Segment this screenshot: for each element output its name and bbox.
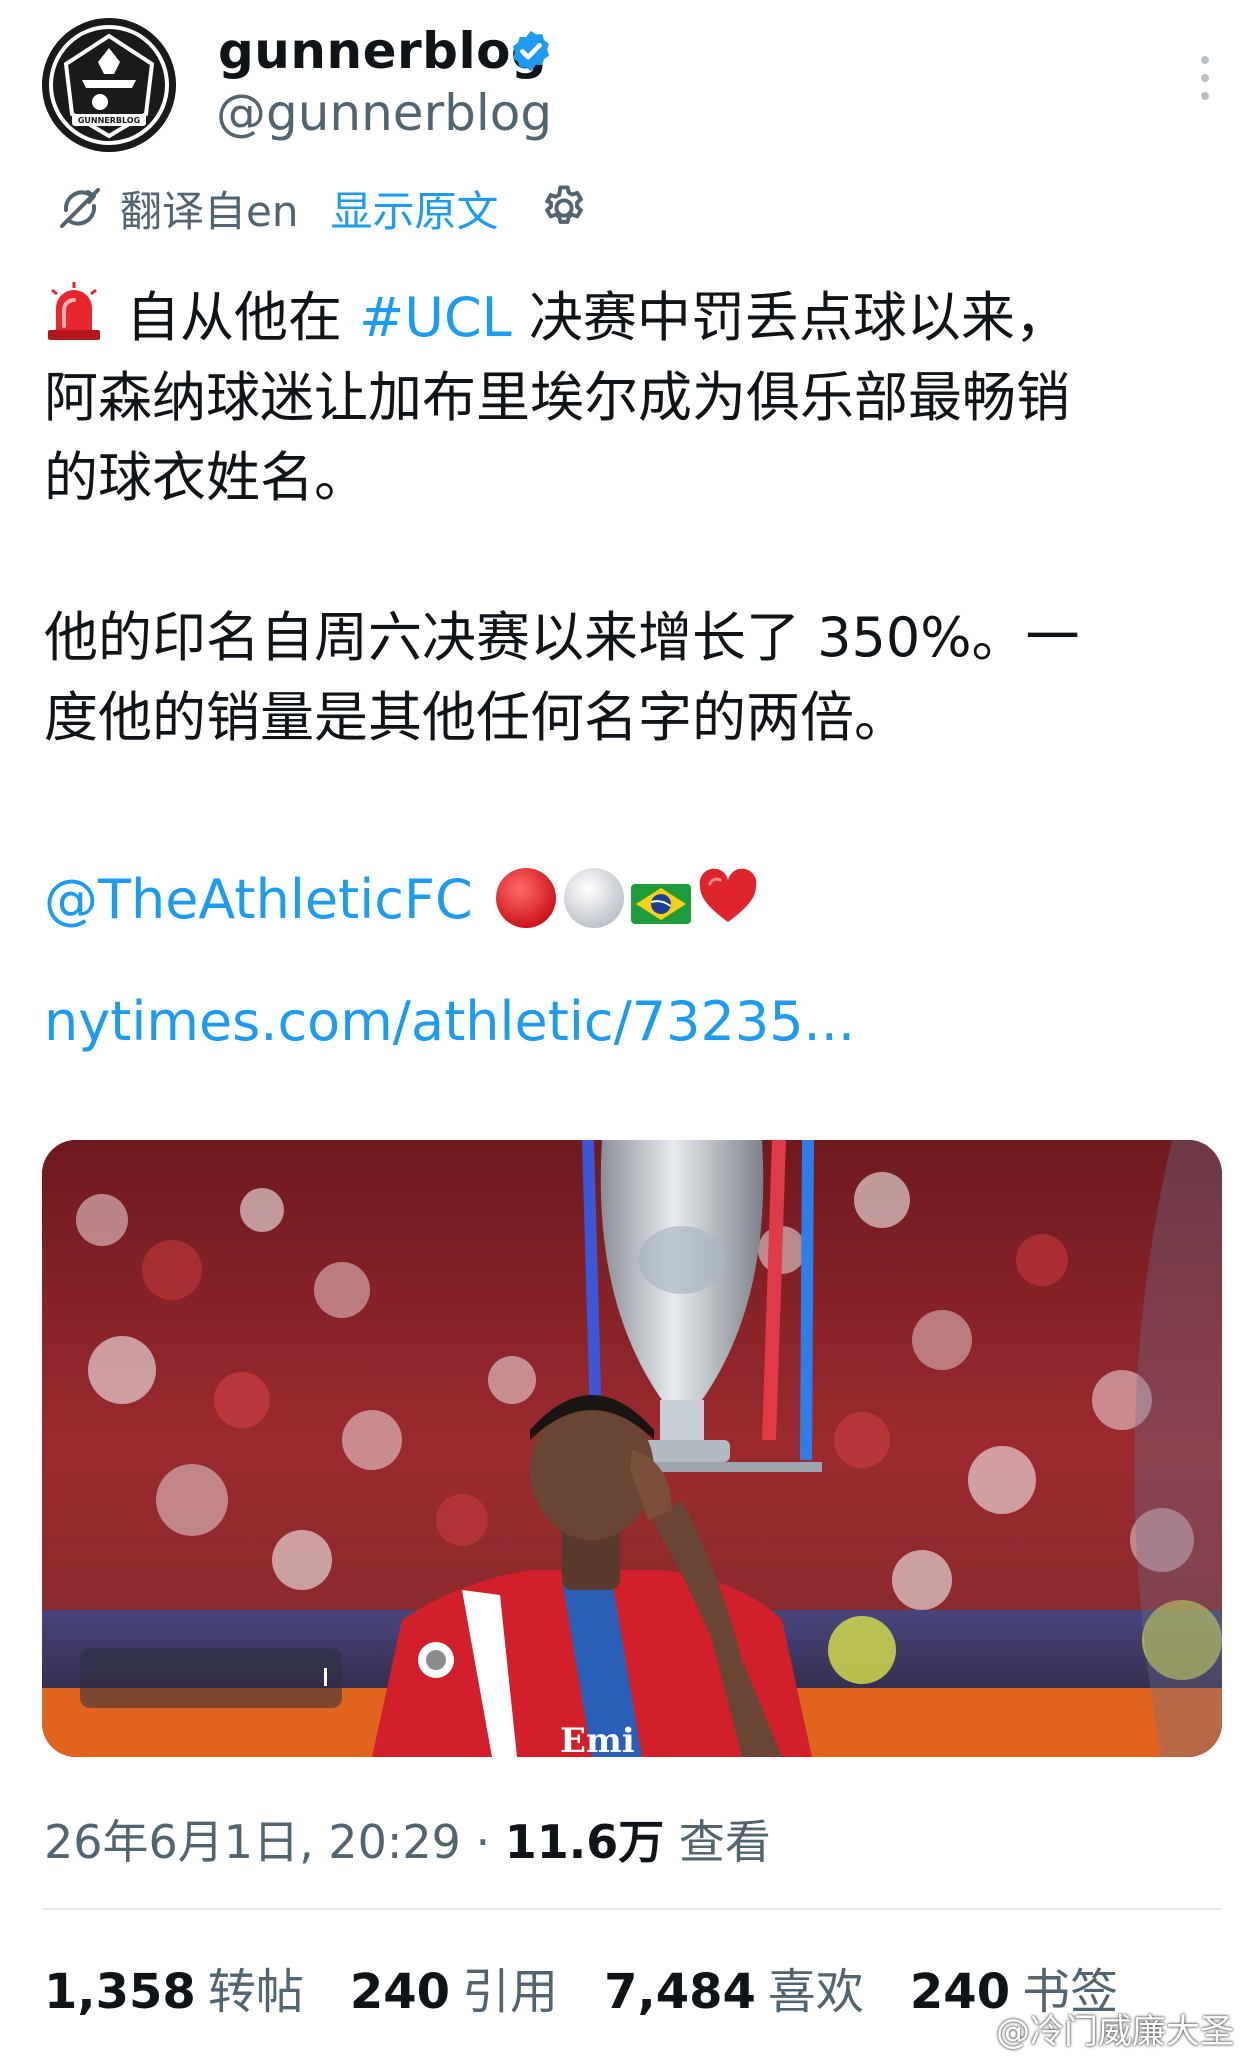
white-circle-emoji-icon xyxy=(563,868,624,928)
red-circle-emoji-icon xyxy=(495,868,556,928)
svg-text:Emi: Emi xyxy=(560,1721,635,1757)
views-count: 11.6万 xyxy=(504,1815,665,1869)
stat-label: 引用 xyxy=(462,1964,559,2020)
more-options-icon[interactable] xyxy=(1190,48,1220,108)
svg-text:GUNNERBLOG: GUNNERBLOG xyxy=(78,116,140,125)
mention-link[interactable]: @TheAthleticFC xyxy=(44,868,473,931)
timestamp[interactable]: 26年6月1日, 20:29 · xyxy=(44,1815,505,1869)
stat-number: 240 xyxy=(349,1964,451,2020)
verified-badge-icon xyxy=(512,30,550,72)
tweet-text-segment: 决赛中罚丢点球以来， xyxy=(511,286,1069,349)
tweet-line: 度他的销量是其他任何名字的两倍。 xyxy=(44,686,908,749)
stat-label: 转帖 xyxy=(207,1964,304,2020)
stat-likes[interactable]: 7,484 喜欢 xyxy=(604,1952,864,2022)
red-heart-emoji-icon xyxy=(699,868,757,922)
translation-bar: 翻译自en 显示原文 xyxy=(52,176,590,240)
hashtag-link[interactable]: #UCL xyxy=(359,286,512,349)
gear-icon[interactable] xyxy=(538,182,590,234)
brazil-flag-emoji-icon xyxy=(630,884,691,924)
mention-line: @TheAthleticFC xyxy=(44,860,1224,940)
tweet-text: 自从他在 #UCL 决赛中罚丢点球以来， 阿森纳球迷让加布里埃尔成为俱乐部最畅销… xyxy=(44,278,1224,1062)
stat-number: 1,358 xyxy=(44,1964,196,2020)
tweet-meta: 26年6月1日, 20:29 · 11.6万 查看 xyxy=(44,1806,771,1872)
divider xyxy=(42,1908,1222,1910)
user-handle[interactable]: @gunnerblog xyxy=(216,84,552,142)
tweet-line: 的球衣姓名。 xyxy=(44,446,368,509)
watermark-text: @冷门威廉大圣 xyxy=(996,2012,1234,2052)
tweet-text-segment: 自从他在 xyxy=(126,286,360,349)
avatar[interactable]: GUNNERBLOG xyxy=(42,18,176,152)
url-line: nytimes.com/athletic/73235... xyxy=(44,982,1224,1062)
tweet-photo[interactable]: Emi xyxy=(42,1140,1222,1757)
tweet-line: 阿森纳球迷让加布里埃尔成为俱乐部最畅销 xyxy=(44,366,1070,429)
watermark: @冷门威廉大圣 xyxy=(948,2004,1234,2053)
stat-label: 喜欢 xyxy=(767,1964,864,2020)
translated-from-label: 翻译自en xyxy=(120,186,299,236)
stat-quotes[interactable]: 240 引用 xyxy=(350,1952,558,2022)
tweet-page: GUNNERBLOG gunnerblog @gunnerblog 翻译自en … xyxy=(0,0,1260,2060)
stat-reposts[interactable]: 1,358 转帖 xyxy=(44,1952,304,2022)
stat-number: 7,484 xyxy=(604,1964,756,2020)
siren-emoji-icon xyxy=(48,282,100,340)
views-label: 查看 xyxy=(664,1815,771,1869)
tweet-header: GUNNERBLOG gunnerblog @gunnerblog xyxy=(40,18,1220,158)
article-url-link[interactable]: nytimes.com/athletic/73235... xyxy=(44,990,855,1053)
weibo-logo-icon xyxy=(949,2017,990,2047)
show-original-link[interactable]: 显示原文 xyxy=(330,178,498,239)
translate-icon xyxy=(60,188,100,228)
display-name[interactable]: gunnerblog xyxy=(218,22,547,80)
tweet-line: 他的印名自周六决赛以来增长了 350%。一 xyxy=(44,606,1080,669)
tweet-line: 自从他在 #UCL 决赛中罚丢点球以来， xyxy=(44,278,1224,358)
